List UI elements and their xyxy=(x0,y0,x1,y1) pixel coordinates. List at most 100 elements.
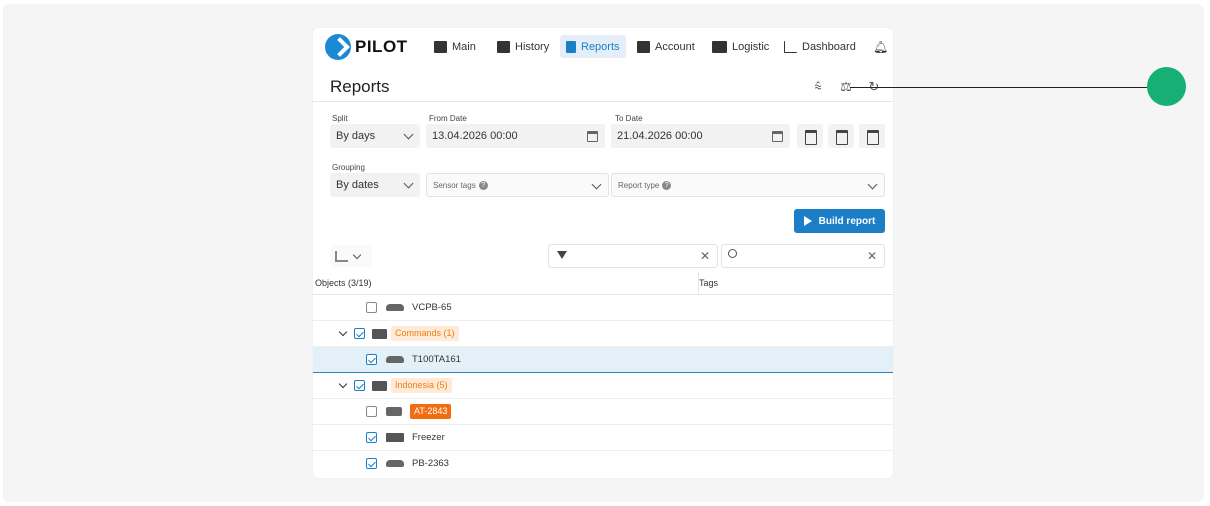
chevron-down-icon[interactable] xyxy=(338,327,348,337)
filter-input[interactable]: ✕ xyxy=(548,244,718,268)
nav-main[interactable]: Main xyxy=(428,35,482,58)
report-type-placeholder: Report type xyxy=(618,180,660,190)
object-name-badge: AT-2843 xyxy=(410,404,452,419)
nav-dashboard[interactable]: Dashboard xyxy=(778,35,862,58)
top-navigation: PILOT Main History Reports Account Logis… xyxy=(313,28,893,64)
home-icon xyxy=(434,40,447,53)
annotation-marker xyxy=(1147,67,1186,106)
pilot-logo[interactable]: PILOT xyxy=(325,34,408,60)
object-name: Freezer xyxy=(412,432,445,443)
month-button[interactable] xyxy=(859,124,885,148)
header-divider xyxy=(313,101,893,102)
split-select[interactable]: By days xyxy=(330,124,420,148)
report-type-select[interactable]: Report type ? xyxy=(611,173,885,197)
folder-icon xyxy=(372,381,387,391)
settings-user-icon[interactable]: ⩯ xyxy=(811,80,825,94)
row-checkbox[interactable] xyxy=(366,302,377,313)
from-date-label: From Date xyxy=(429,114,467,123)
nav-logistic-label: Logistic xyxy=(732,40,770,53)
build-report-label: Build report xyxy=(818,215,876,227)
tow-truck-icon xyxy=(386,407,402,416)
nav-history-label: History xyxy=(515,40,550,53)
objects-column-header[interactable]: Objects (3/19) xyxy=(315,278,372,288)
search-input[interactable]: ✕ xyxy=(721,244,885,268)
chevron-down-icon xyxy=(352,250,362,259)
chevron-down-icon xyxy=(867,179,878,190)
history-icon xyxy=(497,40,510,53)
car-icon xyxy=(386,356,404,363)
truck-icon xyxy=(712,40,727,53)
pilot-logo-icon xyxy=(325,34,351,60)
from-date-value: 13.04.2026 00:00 xyxy=(432,130,518,142)
nav-account[interactable]: Account xyxy=(631,35,701,58)
wallet-icon xyxy=(637,40,650,53)
sensor-tags-select[interactable]: Sensor tags ? xyxy=(426,173,609,197)
nav-account-label: Account xyxy=(655,40,695,53)
nav-main-label: Main xyxy=(452,40,476,53)
nav-history[interactable]: History xyxy=(491,35,555,58)
tags-column-header[interactable]: Tags xyxy=(699,278,718,288)
object-name: T100TA161 xyxy=(412,354,461,365)
object-name: PB-2363 xyxy=(412,458,449,469)
build-report-button[interactable]: Build report xyxy=(794,209,885,233)
row-checkbox[interactable] xyxy=(366,458,377,469)
to-date-input[interactable]: 21.04.2026 00:00 xyxy=(611,124,790,148)
clear-search-icon[interactable]: ✕ xyxy=(867,249,877,263)
bell-icon: 🔔︎ xyxy=(873,39,889,54)
to-date-label: To Date xyxy=(615,114,643,123)
group-checkbox[interactable] xyxy=(354,328,365,339)
sensor-tags-placeholder: Sensor tags xyxy=(433,180,476,190)
split-value: By days xyxy=(336,130,376,142)
dashboard-icon xyxy=(784,40,797,53)
help-icon: ? xyxy=(662,180,672,190)
grouping-label: Grouping xyxy=(332,163,365,172)
table-row[interactable]: VCPB-65 xyxy=(313,295,893,321)
filter-icon xyxy=(557,251,567,259)
week-button[interactable] xyxy=(828,124,854,148)
calendar-icon xyxy=(772,131,783,142)
chevron-down-icon[interactable] xyxy=(338,379,348,389)
page-title: Reports xyxy=(330,77,390,96)
row-checkbox[interactable] xyxy=(366,432,377,443)
group-name: Indonesia (5) xyxy=(391,378,452,393)
nav-logistic[interactable]: Logistic xyxy=(706,35,775,58)
table-row-group[interactable]: Indonesia (5) xyxy=(313,373,893,399)
tree-view-toggle[interactable] xyxy=(330,245,372,267)
truck-icon xyxy=(386,433,404,442)
today-button[interactable] xyxy=(797,124,823,148)
to-date-value: 21.04.2026 00:00 xyxy=(617,130,703,142)
table-row-group[interactable]: Commands (1) xyxy=(313,321,893,347)
reports-panel: PILOT Main History Reports Account Logis… xyxy=(313,28,893,478)
group-checkbox[interactable] xyxy=(354,380,365,391)
row-checkbox[interactable] xyxy=(366,354,377,365)
grouping-select[interactable]: By dates xyxy=(330,173,420,197)
table-row[interactable]: AT-2843 xyxy=(313,399,893,425)
folder-icon xyxy=(372,329,387,339)
play-icon xyxy=(803,216,812,226)
chevron-down-icon xyxy=(403,129,414,140)
table-header: Objects (3/19) Tags xyxy=(313,272,893,295)
nav-reports[interactable]: Reports xyxy=(560,35,626,58)
report-icon xyxy=(566,40,576,53)
notifications-button[interactable]: 🔔︎ xyxy=(867,35,893,58)
nav-dashboard-label: Dashboard xyxy=(802,40,856,53)
calendar-icon xyxy=(587,131,598,142)
from-date-input[interactable]: 13.04.2026 00:00 xyxy=(426,124,605,148)
nav-reports-label: Reports xyxy=(581,40,620,53)
annotation-line xyxy=(850,87,1160,88)
search-icon xyxy=(728,249,737,258)
split-label: Split xyxy=(332,114,348,123)
table-row-selected[interactable]: T100TA161 xyxy=(313,347,893,373)
help-icon: ? xyxy=(478,180,488,190)
chevron-down-icon xyxy=(403,178,414,189)
table-row[interactable]: PB-2363 xyxy=(313,451,893,477)
row-checkbox[interactable] xyxy=(366,406,377,417)
table-row[interactable]: Freezer xyxy=(313,425,893,451)
grouping-value: By dates xyxy=(336,179,379,191)
chevron-down-icon xyxy=(591,179,602,190)
tree-icon xyxy=(335,250,348,262)
object-name: VCPB-65 xyxy=(412,302,452,313)
group-name: Commands (1) xyxy=(391,326,459,341)
car-icon xyxy=(386,304,404,311)
clear-filter-icon[interactable]: ✕ xyxy=(700,249,710,263)
